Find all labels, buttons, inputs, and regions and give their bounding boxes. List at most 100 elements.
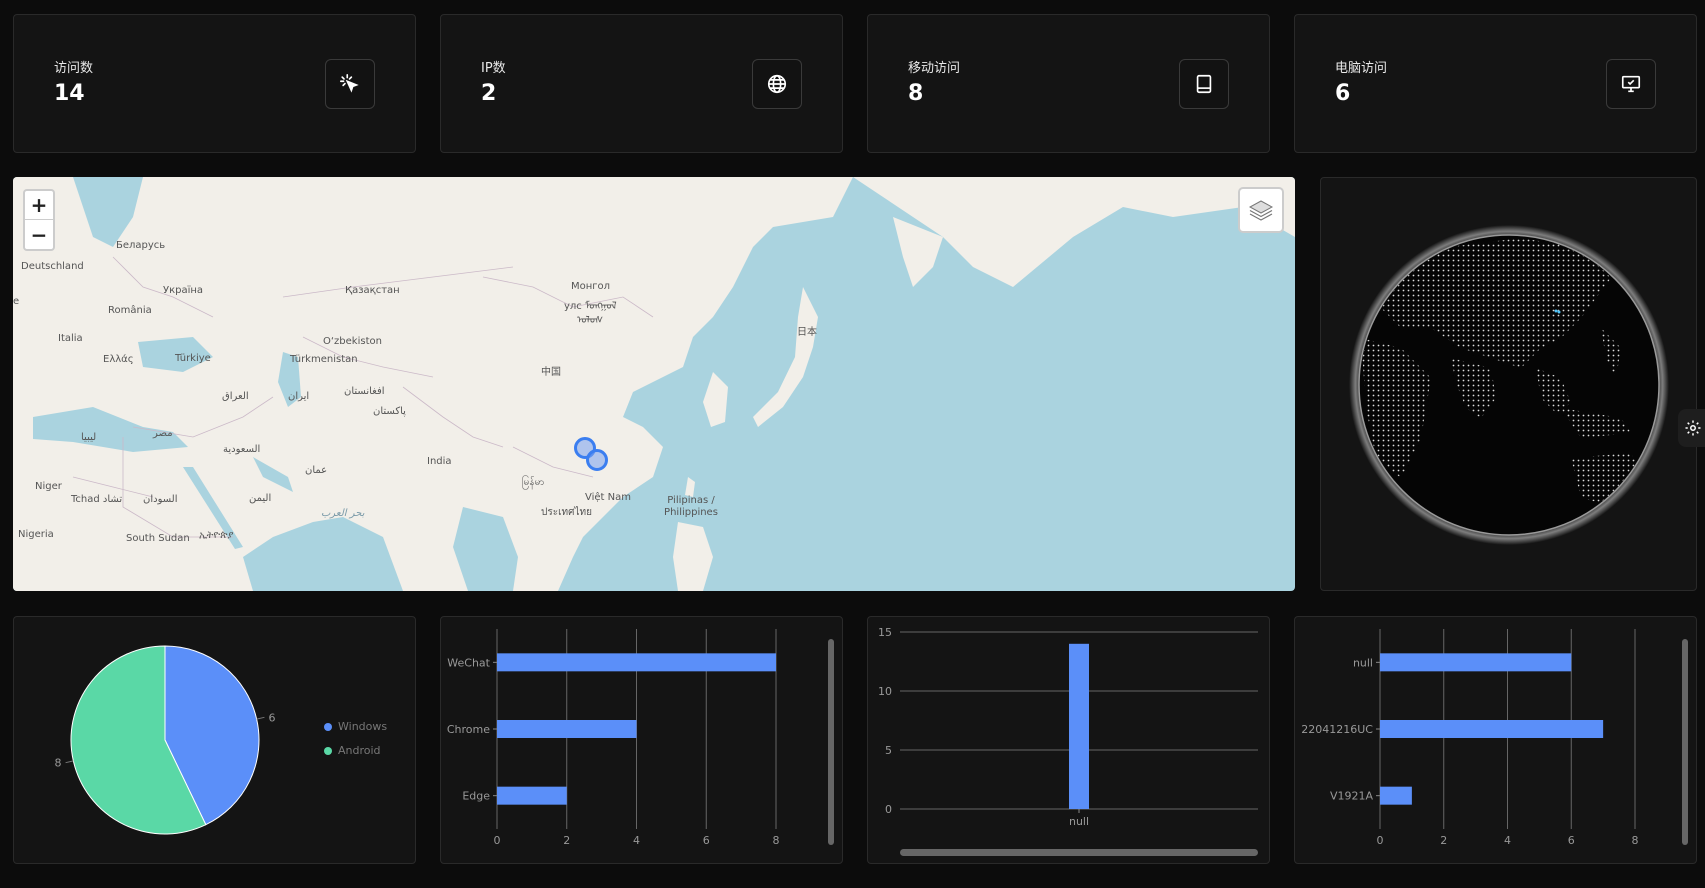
y-tick-label: V1921A xyxy=(1330,790,1374,803)
legend-dot xyxy=(324,746,332,755)
os-pie-card: 68 Windows Android xyxy=(13,616,416,864)
stat-card-visits: 访问数 14 xyxy=(13,14,416,153)
map-label: السعودية xyxy=(223,444,261,455)
zoom-in-button[interactable]: + xyxy=(25,191,53,220)
stat-value: 14 xyxy=(54,81,85,106)
map-label: Türkiye xyxy=(175,353,211,364)
map-label: ประเทศไทย xyxy=(541,507,592,518)
bar[interactable] xyxy=(1380,786,1412,805)
settings-button[interactable] xyxy=(1678,409,1705,447)
y-tick-label: Chrome xyxy=(447,723,490,736)
stat-label: 访问数 xyxy=(54,61,94,76)
globe-card xyxy=(1320,177,1697,591)
cursor-click-icon xyxy=(325,59,375,109)
map-label: Türkmenistan xyxy=(290,354,358,365)
x-tick-label: 4 xyxy=(1504,834,1511,847)
map-label: افغانستان xyxy=(344,386,385,397)
map-label: 中国 xyxy=(541,367,561,378)
y-tick-label: 0 xyxy=(885,803,892,816)
stat-value: 8 xyxy=(908,81,924,106)
tablet-icon xyxy=(1179,59,1229,109)
y-tick-label: 22041216UC xyxy=(1301,723,1373,736)
x-tick-label: 6 xyxy=(1568,834,1575,847)
map-label: ليبيا xyxy=(81,432,97,443)
map-land xyxy=(13,177,1295,591)
stat-card-mobile: 移动访问 8 xyxy=(867,14,1270,153)
visit-bar-chart[interactable]: 0 5 10 15 null xyxy=(868,617,1271,865)
gear-icon xyxy=(1685,420,1701,436)
x-tick-label: 2 xyxy=(563,834,570,847)
legend-label: Android xyxy=(338,744,381,757)
map-label: India xyxy=(427,456,452,467)
map-label: Pilipinas / Philippines xyxy=(664,495,718,518)
map-label: မြန်မာ xyxy=(522,477,545,488)
legend-dot xyxy=(324,722,332,731)
y-tick-label: WeChat xyxy=(447,656,490,669)
layers-button[interactable] xyxy=(1238,187,1284,233)
device-bar-chart[interactable]: 0 2 4 6 8 null 22041216UC V1921A xyxy=(1295,617,1698,865)
legend-item-android[interactable]: Android xyxy=(324,744,381,757)
stat-value: 6 xyxy=(1335,81,1351,106)
pie-value-label: 6 xyxy=(268,711,275,724)
map-label: Deutschland xyxy=(21,261,84,272)
x-tick-label: 8 xyxy=(1632,834,1639,847)
x-tick-label: 6 xyxy=(703,834,710,847)
pie-label-line xyxy=(256,716,265,720)
bar[interactable] xyxy=(1069,643,1089,809)
map-label: e xyxy=(13,296,20,307)
visitor-map[interactable]: Беларусь Deutschland e Україна Қазақстан… xyxy=(13,177,1295,591)
map-label: پاکستان xyxy=(373,406,406,417)
map-label: Italia xyxy=(58,333,83,344)
map-label: ኢትዮጵያ xyxy=(199,530,234,541)
map-label: Монгол xyxy=(571,281,611,292)
stat-label: IP数 xyxy=(481,61,506,76)
map-label: بحر العرب xyxy=(321,508,365,519)
stat-label: 电脑访问 xyxy=(1335,61,1388,76)
map-label: Tchad تشاد xyxy=(71,494,123,505)
x-tick-label: 8 xyxy=(773,834,780,847)
bar[interactable] xyxy=(497,653,776,672)
chart-scrollbar xyxy=(828,639,834,845)
bar[interactable] xyxy=(497,720,637,738)
monitor-icon xyxy=(1606,59,1656,109)
legend-item-windows[interactable]: Windows xyxy=(324,720,387,733)
bar[interactable] xyxy=(497,786,567,805)
visit-chart-card: 0 5 10 15 null xyxy=(867,616,1270,864)
browser-bar-chart[interactable]: 0 2 4 6 8 WeChat Chrome Edge xyxy=(441,617,844,865)
map-label: Ελλάς xyxy=(103,354,134,365)
stat-label: 移动访问 xyxy=(908,61,961,76)
globe[interactable] xyxy=(1321,178,1698,592)
visitor-marker[interactable] xyxy=(586,449,608,471)
x-tick-label: 4 xyxy=(633,834,640,847)
os-pie-chart[interactable]: 68 xyxy=(14,617,417,865)
map-label: مصر xyxy=(153,428,173,439)
map-label: ایران xyxy=(288,391,310,402)
map-label: Việt Nam xyxy=(585,492,632,503)
stat-card-desktop: 电脑访问 6 xyxy=(1294,14,1697,153)
x-tick-label: null xyxy=(1069,815,1089,828)
bar[interactable] xyxy=(1380,653,1572,672)
map-label: South Sudan xyxy=(126,533,190,544)
map-label: O‘zbekiston xyxy=(323,336,382,347)
layers-icon xyxy=(1248,200,1274,221)
chart-scrollbar xyxy=(900,849,1258,856)
device-chart-card: 0 2 4 6 8 null 22041216UC V1921A xyxy=(1294,616,1697,864)
map-label: العراق xyxy=(222,391,249,402)
map-label: România xyxy=(108,305,152,316)
stat-card-ip: IP数 2 xyxy=(440,14,843,153)
map-label: 日本 xyxy=(797,327,817,338)
zoom-out-button[interactable]: − xyxy=(25,220,53,249)
map-label: اليمن xyxy=(249,493,272,504)
bar[interactable] xyxy=(1380,720,1604,738)
y-tick-label: 5 xyxy=(885,744,892,757)
x-tick-label: 0 xyxy=(494,834,501,847)
y-tick-label: 10 xyxy=(878,685,892,698)
map-label: Nigeria xyxy=(18,529,54,540)
map-label: ᠤᠯᠤᠰ xyxy=(577,315,604,326)
x-tick-label: 2 xyxy=(1440,834,1447,847)
y-tick-label: Edge xyxy=(462,790,490,803)
pie-label-line xyxy=(65,760,74,764)
y-tick-label: 15 xyxy=(878,626,892,639)
map-label: Қазақстан xyxy=(345,285,400,296)
map-label: السودان xyxy=(143,494,178,505)
